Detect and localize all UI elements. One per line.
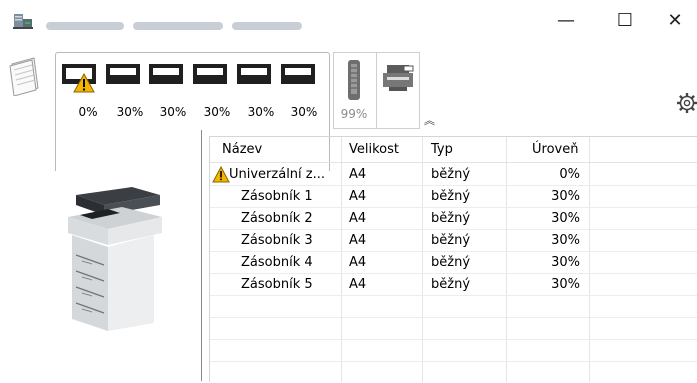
status-toolbar: 0% 30% 30% 30% 30% 30% 99% ︽ <box>0 40 697 171</box>
printer-status-tab[interactable] <box>376 52 420 129</box>
device-preview-panel <box>0 130 201 381</box>
printer-status-icon <box>13 14 33 29</box>
collapse-button[interactable]: ︽ <box>424 112 440 127</box>
tray-level-label: 30% <box>116 105 144 119</box>
tray-icon <box>281 64 315 84</box>
empty-row <box>210 340 697 362</box>
cell-name: Zásobník 4 <box>241 255 313 270</box>
title-bar: — ☐ ✕ <box>0 0 697 40</box>
warning-icon <box>212 166 230 183</box>
maximize-button[interactable]: ☐ <box>605 5 645 35</box>
tray-icon <box>149 64 183 84</box>
column-header-level[interactable]: Úroveň <box>532 137 578 162</box>
paper-stack-icon[interactable] <box>8 56 42 96</box>
cell-type: běžný <box>431 189 471 204</box>
tray-icon <box>193 64 227 84</box>
panel-divider[interactable] <box>201 130 202 381</box>
cell-name: Univerzální z... <box>229 167 326 182</box>
cell-level: 30% <box>551 189 580 204</box>
tray-icon <box>237 64 271 84</box>
cell-type: běžný <box>431 211 471 226</box>
cell-size: A4 <box>349 167 367 182</box>
cell-level: 0% <box>559 167 580 182</box>
tray-level-label: 0% <box>78 105 98 119</box>
cell-size: A4 <box>349 255 367 270</box>
multifunction-printer-image <box>68 187 162 331</box>
cell-type: běžný <box>431 167 471 182</box>
cell-type: běžný <box>431 255 471 270</box>
cell-size: A4 <box>349 189 367 204</box>
tray-table: Název Velikost Typ Úroveň Univerzální z.… <box>209 136 697 382</box>
cell-type: běžný <box>431 233 471 248</box>
empty-row <box>210 296 697 318</box>
column-header-type[interactable]: Typ <box>431 137 453 162</box>
empty-row <box>210 318 697 340</box>
table-row[interactable]: Zásobník 1 A4 běžný 30% <box>210 186 697 208</box>
cell-level: 30% <box>551 233 580 248</box>
table-row[interactable]: Zásobník 5 A4 běžný 30% <box>210 274 697 296</box>
cell-size: A4 <box>349 233 367 248</box>
printer-device-icon <box>383 65 414 91</box>
tray-level-label: 30% <box>290 105 318 119</box>
cell-name: Zásobník 1 <box>241 189 313 204</box>
cell-name: Zásobník 5 <box>241 277 313 292</box>
empty-row <box>210 362 697 383</box>
toner-cartridge-icon <box>348 60 360 100</box>
close-button[interactable]: ✕ <box>655 5 695 35</box>
table-row[interactable]: Zásobník 4 A4 běžný 30% <box>210 252 697 274</box>
cell-level: 30% <box>551 277 580 292</box>
table-row[interactable]: Zásobník 3 A4 běžný 30% <box>210 230 697 252</box>
tray-level-label: 30% <box>203 105 231 119</box>
gear-icon[interactable] <box>676 92 697 114</box>
tray-level-label: 30% <box>247 105 275 119</box>
minimize-button[interactable]: — <box>546 5 586 35</box>
warning-icon <box>73 73 95 93</box>
cell-name: Zásobník 3 <box>241 233 313 248</box>
cell-name: Zásobník 2 <box>241 211 313 226</box>
cell-size: A4 <box>349 277 367 292</box>
cell-type: běžný <box>431 277 471 292</box>
cell-size: A4 <box>349 211 367 226</box>
table-row[interactable]: Univerzální z... A4 běžný 0% <box>210 164 697 186</box>
toner-level-label: 99% <box>340 107 368 121</box>
column-header-name[interactable]: Název <box>222 137 262 162</box>
tray-icon <box>106 64 140 84</box>
cell-level: 30% <box>551 255 580 270</box>
table-header: Název Velikost Typ Úroveň <box>210 137 697 163</box>
cell-level: 30% <box>551 211 580 226</box>
tray-level-label: 30% <box>159 105 187 119</box>
table-row[interactable]: Zásobník 2 A4 běžný 30% <box>210 208 697 230</box>
window-title-blurred <box>46 15 346 30</box>
column-header-size[interactable]: Velikost <box>349 137 399 162</box>
